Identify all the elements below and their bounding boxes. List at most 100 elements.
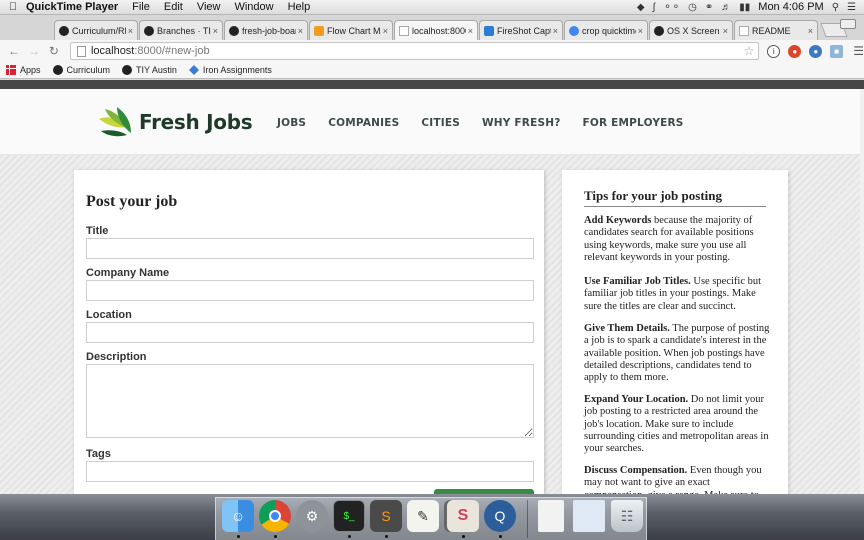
volume-icon[interactable]: ♬ <box>721 2 731 13</box>
reload-icon[interactable]: ↻ <box>46 44 62 58</box>
close-tab-icon[interactable]: × <box>383 26 388 36</box>
close-tab-icon[interactable]: × <box>808 26 813 36</box>
chrome-icon[interactable] <box>259 500 291 532</box>
battery-icon[interactable]: ▮▮ <box>739 2 750 13</box>
page-viewport: Fresh Jobs JOBS COMPANIES CITIES WHY FRE… <box>0 89 860 494</box>
time-machine-icon[interactable]: ◷ <box>688 2 697 13</box>
running-indicator <box>499 535 502 538</box>
tip-details: Give Them Details. The purpose of postin… <box>584 323 770 384</box>
terminal-icon[interactable]: $_ <box>333 500 365 532</box>
close-tab-icon[interactable]: × <box>468 26 473 36</box>
app-menu[interactable]: QuickTime Player <box>26 1 118 13</box>
bookmark-tiy-austin[interactable]: TIY Austin <box>122 65 177 75</box>
text-edit-icon[interactable]: ✎ <box>407 500 439 532</box>
url-input[interactable]: localhost:8000/#new-job ☆ <box>69 42 760 60</box>
menu-edit[interactable]: Edit <box>164 1 183 13</box>
dropbox-icon[interactable]: ◆ <box>637 2 645 13</box>
page-top-bar <box>0 80 864 89</box>
info-extension-icon[interactable]: i <box>767 44 781 58</box>
running-indicator <box>348 535 351 538</box>
wifi-icon[interactable]: ⚭ <box>705 2 713 13</box>
close-tab-icon[interactable]: × <box>128 26 133 36</box>
tip-compensation: Discuss Compensation. Even though you ma… <box>584 465 762 494</box>
menu-help[interactable]: Help <box>288 1 311 13</box>
menu-view[interactable]: View <box>197 1 221 13</box>
nav-why-fresh[interactable]: WHY FRESH? <box>482 117 561 129</box>
sublime-text-icon[interactable]: S <box>370 500 402 532</box>
close-tab-icon[interactable]: × <box>638 26 643 36</box>
nav-cities[interactable]: CITIES <box>421 117 460 129</box>
tips-panel: Tips for your job posting Add Keywords b… <box>562 170 788 494</box>
bookmark-star-icon[interactable]: ☆ <box>744 44 755 58</box>
window-resize-button[interactable] <box>840 19 856 29</box>
github-icon <box>229 25 239 36</box>
close-tab-icon[interactable]: × <box>298 26 303 36</box>
bookmark-iron-assignments[interactable]: Iron Assignments <box>188 65 272 75</box>
ublock-extension-icon[interactable]: ● <box>788 44 802 58</box>
bookmark-apps[interactable]: Apps <box>6 65 41 75</box>
system-preferences-icon[interactable]: ⚙ <box>296 500 328 532</box>
globe-extension-icon[interactable]: ● <box>809 44 823 58</box>
bookmarks-bar: Apps Curriculum TIY Austin Iron Assignme… <box>0 62 864 79</box>
slack-icon[interactable]: S <box>447 500 479 532</box>
browser-tab[interactable]: FireShot Capt × <box>479 20 563 40</box>
forward-arrow-icon[interactable]: → <box>26 44 42 58</box>
location-label: Location <box>86 309 132 321</box>
browser-tab[interactable]: crop quicktime × <box>564 20 648 40</box>
diamond-icon <box>188 65 199 75</box>
location-field[interactable] <box>86 322 534 343</box>
screenshot-extension-icon[interactable]: ■ <box>830 44 844 58</box>
bookmark-curriculum[interactable]: Curriculum <box>52 65 110 75</box>
trash-icon[interactable]: ☷ <box>611 500 643 532</box>
running-indicator <box>237 535 240 538</box>
close-tab-icon[interactable]: × <box>723 26 728 36</box>
menu-window[interactable]: Window <box>234 1 273 13</box>
browser-tab[interactable]: Flow Chart Ma × <box>309 20 393 40</box>
tips-heading: Tips for your job posting <box>584 188 766 207</box>
document-icon[interactable] <box>538 500 564 532</box>
description-field[interactable] <box>86 364 534 438</box>
browser-tab[interactable]: Curriculum/RE × <box>54 20 138 40</box>
menu-file[interactable]: File <box>132 1 150 13</box>
title-field[interactable] <box>86 238 534 259</box>
close-tab-icon[interactable]: × <box>553 26 558 36</box>
browser-tab[interactable]: fresh-job-boar × <box>224 20 308 40</box>
page-info-icon[interactable] <box>76 45 86 57</box>
form-title: Post your job <box>86 193 178 210</box>
browser-tab[interactable]: Branches · TI × <box>139 20 223 40</box>
github-icon <box>122 65 133 75</box>
page-scrollbar[interactable] <box>860 89 864 494</box>
glasses-icon[interactable]: ⚬⚬ <box>663 2 680 13</box>
site-nav: JOBS COMPANIES CITIES WHY FRESH? FOR EMP… <box>277 117 706 129</box>
preview-icon[interactable] <box>573 500 605 532</box>
notification-center-icon[interactable]: ☰ <box>847 2 856 13</box>
description-label: Description <box>86 351 147 363</box>
close-tab-icon[interactable]: × <box>213 26 218 36</box>
logo-text: Fresh Jobs <box>139 110 253 134</box>
apps-grid-icon <box>6 65 16 75</box>
spotlight-icon[interactable]: ⚲ <box>832 2 839 13</box>
company-name-field[interactable] <box>86 280 534 301</box>
url-path: :8000/#new-job <box>134 45 210 57</box>
nav-jobs[interactable]: JOBS <box>277 117 306 129</box>
site-logo[interactable]: Fresh Jobs <box>97 105 253 139</box>
bluetooth-icon[interactable]: ∫ <box>653 2 656 13</box>
nav-for-employers[interactable]: FOR EMPLOYERS <box>583 117 684 129</box>
chrome-menu-icon[interactable]: ☰ <box>853 44 864 58</box>
nav-companies[interactable]: COMPANIES <box>328 117 399 129</box>
browser-tab[interactable]: OS X Screen × <box>649 20 733 40</box>
tip-job-titles: Use Familiar Job Titles. Use specific bu… <box>584 276 762 312</box>
running-indicator <box>274 535 277 538</box>
finder-icon[interactable]: ☺ <box>222 500 254 532</box>
menubar-clock[interactable]: Mon 4:06 PM <box>758 1 823 13</box>
tags-label: Tags <box>86 448 111 460</box>
github-icon <box>144 25 154 36</box>
quicktime-icon[interactable]: Q <box>484 500 516 532</box>
back-arrow-icon[interactable]: ← <box>6 44 22 58</box>
company-label: Company Name <box>86 267 170 279</box>
browser-tab[interactable]: README × <box>734 20 818 40</box>
apple-menu-icon[interactable]:  <box>0 1 26 13</box>
tags-field[interactable] <box>86 461 534 482</box>
google-icon <box>569 25 579 36</box>
browser-tab-active[interactable]: localhost:8000 × <box>394 20 478 40</box>
